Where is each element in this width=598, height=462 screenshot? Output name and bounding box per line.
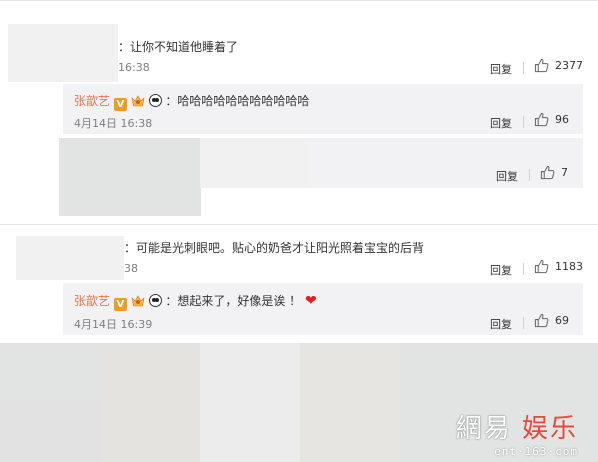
- blurred-avatar: [8, 24, 118, 82]
- like-button[interactable]: 1183: [534, 259, 583, 274]
- thumbs-up-icon: [534, 58, 549, 73]
- reply-header: 张歆艺 V ：想起来了，好像是诶 ！ ❤: [74, 292, 317, 311]
- like-button[interactable]: 96: [534, 112, 569, 127]
- crown-icon: [131, 295, 145, 307]
- comment-time: 16:38: [118, 61, 150, 74]
- like-count: 1183: [555, 260, 583, 273]
- netease-watermark: 網易 娱乐 ent·163·com: [456, 408, 578, 458]
- reply-button[interactable]: 回复: [490, 316, 512, 332]
- watermark-logo: 網易 娱乐: [455, 414, 578, 444]
- panda-icon: [148, 94, 162, 107]
- comment-text: ：可能是光刺眼吧。贴心的奶爸才让阳光照着宝宝的后背: [124, 241, 425, 255]
- reply-button[interactable]: 回复: [490, 115, 512, 131]
- watermark-domain: ent·163·com: [494, 445, 578, 458]
- divider: [523, 116, 524, 128]
- reply-username[interactable]: 张歆艺: [74, 94, 110, 108]
- reply-time: 4月14日 16:38: [74, 117, 153, 130]
- reply-header: 张歆艺 V ：哈哈哈哈哈哈哈哈哈哈哈: [74, 92, 309, 111]
- reply-button[interactable]: 回复: [490, 61, 512, 77]
- like-button[interactable]: 2377: [534, 58, 583, 73]
- thumbs-up-icon: [534, 259, 549, 274]
- divider: [0, 224, 598, 225]
- like-count: 69: [555, 314, 569, 327]
- blurred-content: [0, 400, 100, 462]
- divider: [523, 263, 524, 275]
- heart-icon: ❤: [304, 293, 317, 309]
- panda-icon: [148, 294, 162, 307]
- like-count: 7: [561, 166, 568, 179]
- like-button[interactable]: 7: [540, 165, 568, 180]
- like-count: 2377: [555, 59, 583, 72]
- reply-username[interactable]: 张歆艺: [74, 294, 110, 308]
- verified-v-icon: V: [113, 298, 127, 311]
- reply-text: ：哈哈哈哈哈哈哈哈哈哈哈: [165, 94, 310, 108]
- like-button[interactable]: 69: [534, 313, 569, 328]
- blurred-content: [200, 138, 310, 188]
- crown-icon: [131, 95, 145, 107]
- blurred-content: [200, 343, 300, 462]
- divider: [529, 169, 530, 181]
- comment-time: 38: [124, 262, 138, 275]
- blurred-avatar: [16, 236, 124, 280]
- divider: [523, 317, 524, 329]
- blurred-content: [59, 138, 201, 216]
- divider: [523, 62, 524, 74]
- thumbs-up-icon: [540, 165, 555, 180]
- blurred-content: [300, 343, 400, 462]
- thumbs-up-icon: [534, 112, 549, 127]
- blurred-content: [100, 343, 200, 462]
- comment-text: ：让你不知道他睡着了: [118, 40, 239, 54]
- reply-text: ：想起来了，好像是诶 ！: [165, 294, 302, 308]
- reply-button[interactable]: 回复: [490, 262, 512, 278]
- verified-v-icon: V: [113, 98, 127, 111]
- reply-time: 4月14日 16:39: [74, 318, 153, 331]
- reply-button[interactable]: 回复: [496, 168, 518, 184]
- like-count: 96: [555, 113, 569, 126]
- divider: [0, 0, 598, 1]
- thumbs-up-icon: [534, 313, 549, 328]
